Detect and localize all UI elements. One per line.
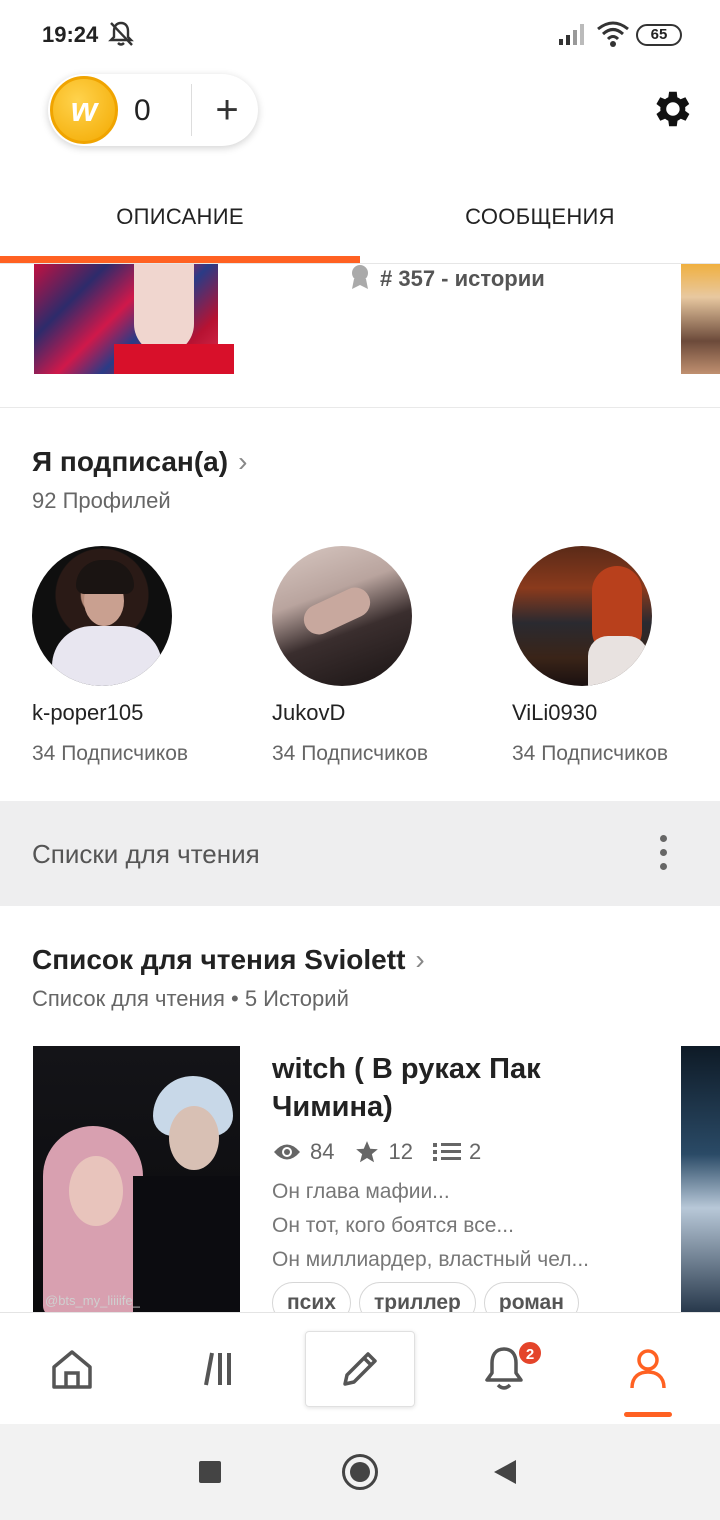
story-description-line: Он миллиардер, властный чел... [272, 1248, 589, 1271]
pencil-icon [343, 1352, 377, 1386]
profile-name: k-poper105 [32, 700, 144, 725]
profile-followers: 34 Подписчиков [272, 742, 429, 765]
profile-name: ViLi0930 [512, 700, 598, 725]
story-cover-image-next[interactable] [681, 264, 720, 374]
reads-stat: 84 [272, 1139, 334, 1165]
story-cover[interactable]: @bts_my_liiiife_ [33, 1046, 240, 1316]
tab-description[interactable]: ОПИСАНИЕ [0, 204, 360, 230]
profile-icon [630, 1349, 666, 1389]
avatar[interactable] [512, 546, 652, 686]
reading-lists-label: Списки для чтения [32, 839, 260, 869]
profile-followers: 34 Подписчиков [32, 742, 189, 765]
nav-library[interactable] [144, 1313, 288, 1425]
story-cover-image[interactable] [34, 264, 234, 374]
notification-badge: 2 [517, 1340, 543, 1366]
recents-button[interactable] [199, 1461, 221, 1483]
eye-icon [274, 1144, 300, 1160]
story-title[interactable]: witch ( В руках Пак Чимина) [272, 1050, 652, 1126]
story-description-line: Он глава мафии... [272, 1180, 450, 1203]
story-description-line: Он тот, кого боятся все... [272, 1214, 514, 1237]
next-story-cover[interactable] [681, 1046, 720, 1316]
coins-widget[interactable]: w 0 + [48, 74, 258, 146]
parts-stat: 2 [432, 1139, 481, 1165]
library-icon [204, 1352, 231, 1386]
profile-card[interactable]: JukovD 34 Подписчиков [272, 546, 472, 766]
active-nav-indicator [624, 1412, 672, 1417]
coin-icon: w [50, 76, 118, 144]
settings-gear-icon[interactable] [648, 86, 694, 132]
story-stats: 84 12 2 [272, 1136, 501, 1168]
profile-card[interactable]: ViLi0930 34 Подписчиков [512, 546, 712, 766]
profile-tabs: ОПИСАНИЕ СООБЩЕНИЯ [0, 170, 720, 264]
chevron-right-icon: › [238, 446, 248, 477]
back-button[interactable] [494, 1460, 516, 1484]
active-tab-indicator [0, 256, 360, 263]
nav-notifications[interactable] [432, 1313, 576, 1425]
ranking-badge-icon [352, 265, 368, 289]
mute-icon [108, 21, 134, 46]
coin-count: 0 [134, 94, 151, 127]
bottom-navigation: 2 [0, 1312, 720, 1424]
battery-icon: 65 [636, 24, 682, 46]
coin-divider [191, 84, 192, 136]
stories-strip: # 357 - истории [0, 264, 720, 408]
following-count: 92 Профилей [32, 488, 171, 513]
more-options-icon[interactable] [654, 835, 672, 875]
avatar[interactable] [272, 546, 412, 686]
home-icon [52, 1350, 92, 1389]
list-icon [432, 1143, 461, 1161]
system-navigation [0, 1424, 720, 1520]
profile-followers: 34 Подписчиков [512, 742, 669, 765]
reading-lists-header: Списки для чтения [0, 801, 720, 906]
nav-profile[interactable] [576, 1313, 720, 1425]
profile-name: JukovD [272, 700, 346, 725]
nav-home[interactable] [0, 1313, 144, 1425]
ranking-label: # 357 - истории [348, 264, 545, 292]
chevron-right-icon: › [415, 944, 425, 975]
add-coins-button[interactable]: + [204, 82, 250, 138]
reading-list-title[interactable]: Список для чтения Sviolett › [32, 944, 425, 976]
nav-write[interactable] [305, 1331, 415, 1407]
star-icon [356, 1141, 379, 1163]
home-button[interactable] [342, 1454, 378, 1490]
signal-icon [559, 24, 584, 45]
avatar[interactable] [32, 546, 172, 686]
tab-messages[interactable]: СООБЩЕНИЯ [360, 204, 720, 230]
cover-watermark: @bts_my_liiiife_ [45, 1293, 140, 1308]
status-time: 19:24 [42, 22, 99, 47]
profile-card[interactable]: k-poper105 34 Подписчиков [32, 546, 232, 766]
following-title[interactable]: Я подписан(а) › [32, 446, 247, 478]
status-bar: 19:24 65 [0, 0, 720, 70]
wifi-icon [597, 21, 629, 47]
votes-stat: 12 [354, 1139, 413, 1165]
reading-list-meta: Список для чтения • 5 Историй [32, 986, 349, 1011]
